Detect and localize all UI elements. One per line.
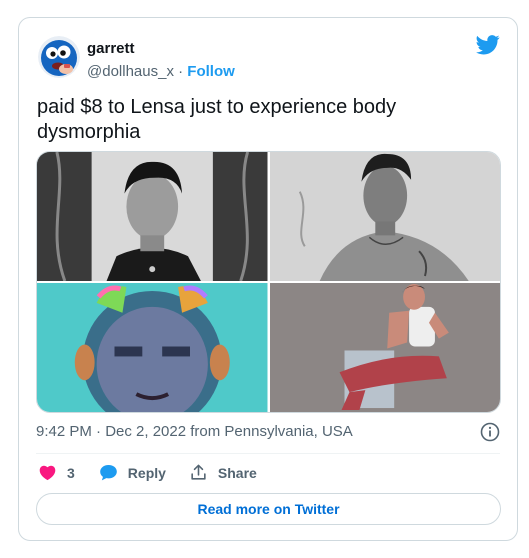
action-bar: 3 Reply Share bbox=[38, 463, 257, 482]
share-icon bbox=[191, 464, 206, 480]
reply-button[interactable]: Reply bbox=[99, 463, 166, 482]
twitter-bird-icon[interactable] bbox=[476, 34, 500, 56]
tweet-card: garrett @dollhaus_x · Follow paid $8 to … bbox=[18, 17, 518, 541]
info-icon[interactable] bbox=[480, 422, 500, 442]
share-label: Share bbox=[217, 464, 257, 481]
handle-separator: · bbox=[178, 63, 184, 80]
portrait-image bbox=[269, 283, 500, 412]
portrait-image bbox=[269, 152, 500, 281]
tweet-text: paid $8 to Lensa just to experience body… bbox=[37, 96, 397, 143]
avatar[interactable] bbox=[38, 36, 80, 78]
follow-link[interactable]: Follow bbox=[187, 63, 235, 80]
tweet-timestamp[interactable]: 9:42 PM · Dec 2, 2022 from Pennsylvania,… bbox=[36, 423, 353, 440]
like-button[interactable]: 3 bbox=[38, 463, 75, 482]
handle-row: @dollhaus_x · Follow bbox=[87, 62, 235, 82]
media-image-1[interactable] bbox=[37, 152, 268, 281]
likes-count: 3 bbox=[67, 464, 75, 481]
author-block: garrett @dollhaus_x · Follow bbox=[87, 40, 235, 82]
share-button[interactable]: Share bbox=[189, 463, 257, 482]
author-handle[interactable]: @dollhaus_x bbox=[87, 63, 174, 80]
author-name[interactable]: garrett bbox=[87, 40, 235, 58]
media-grid bbox=[36, 151, 501, 413]
media-image-3[interactable] bbox=[37, 283, 268, 412]
media-image-4[interactable] bbox=[269, 283, 500, 412]
reply-label: Reply bbox=[127, 464, 166, 481]
heart-icon bbox=[39, 465, 56, 481]
avatar-image bbox=[38, 36, 80, 78]
divider bbox=[36, 453, 500, 454]
reply-bubble-icon bbox=[99, 464, 117, 481]
media-image-2[interactable] bbox=[269, 152, 500, 281]
read-more-button[interactable]: Read more on Twitter bbox=[36, 493, 501, 525]
portrait-image bbox=[37, 152, 268, 281]
portrait-image bbox=[37, 283, 268, 412]
